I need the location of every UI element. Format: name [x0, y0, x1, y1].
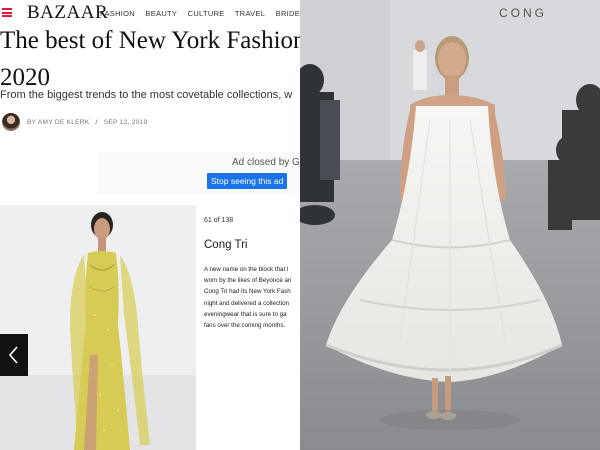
slide-title: Cong Tri: [204, 239, 248, 251]
description-line: worn by the likes of Beyoncé an: [204, 277, 292, 285]
article-panel: BAZAAR FASHION BEAUTY CULTURE TRAVEL BRI…: [0, 0, 300, 450]
nav-links: FASHION BEAUTY CULTURE TRAVEL BRIDES: [100, 9, 300, 18]
ad-closed-box: Ad closed by G Stop seeing this ad: [97, 152, 300, 194]
site-logo[interactable]: BAZAAR: [27, 2, 108, 24]
description-line: night and delivered a collection: [204, 299, 289, 307]
nav-link-beauty[interactable]: BEAUTY: [145, 9, 177, 18]
model-yellow-gown-illustration: [0, 205, 196, 450]
page-title: The best of New York Fashion 2020: [0, 22, 300, 96]
nav-link-travel[interactable]: TRAVEL: [235, 9, 265, 18]
slide-caption: 61 of 138 Cong Tri A new name on the blo…: [196, 205, 300, 450]
previous-slide-button[interactable]: [0, 334, 28, 376]
description-line: A new name on the block that l: [204, 266, 289, 273]
ad-closed-text: Ad closed by G: [232, 157, 300, 168]
menu-icon[interactable]: [2, 8, 12, 17]
author-avatar[interactable]: [2, 113, 20, 131]
publish-date: SEP 12, 2019: [103, 119, 148, 126]
nav-link-brides[interactable]: BRIDES: [276, 9, 300, 18]
author-info: BY AMY DE KLERK / SEP 12, 2019: [27, 119, 147, 126]
article-subhead: From the biggest trends to the most cove…: [0, 89, 293, 101]
slide-description: A new name on the block that l worn by t…: [204, 264, 300, 331]
brand-wall-text: CONG: [499, 6, 547, 20]
image-gallery: 61 of 138 Cong Tri A new name on the blo…: [0, 205, 300, 450]
author-name[interactable]: BY AMY DE KLERK: [27, 119, 89, 126]
gallery-photo[interactable]: [0, 205, 196, 450]
slide-counter: 61 of 138: [204, 217, 234, 224]
description-line: fans over the coming months.: [204, 322, 286, 330]
runway-scene-illustration: [300, 0, 600, 450]
description-line: Cong Tri had its New York Fash: [204, 288, 291, 296]
nav-link-fashion[interactable]: FASHION: [100, 9, 135, 18]
nav-link-culture[interactable]: CULTURE: [188, 9, 225, 18]
runway-photo: CONG: [300, 0, 600, 450]
description-line: eveningwear that is sure to ga: [204, 310, 287, 318]
headline-line-1: The best of New York Fashion: [0, 27, 300, 54]
chevron-left-icon: [8, 346, 18, 364]
byline-separator: /: [95, 119, 98, 126]
stop-seeing-ad-button[interactable]: Stop seeing this ad: [207, 173, 288, 189]
